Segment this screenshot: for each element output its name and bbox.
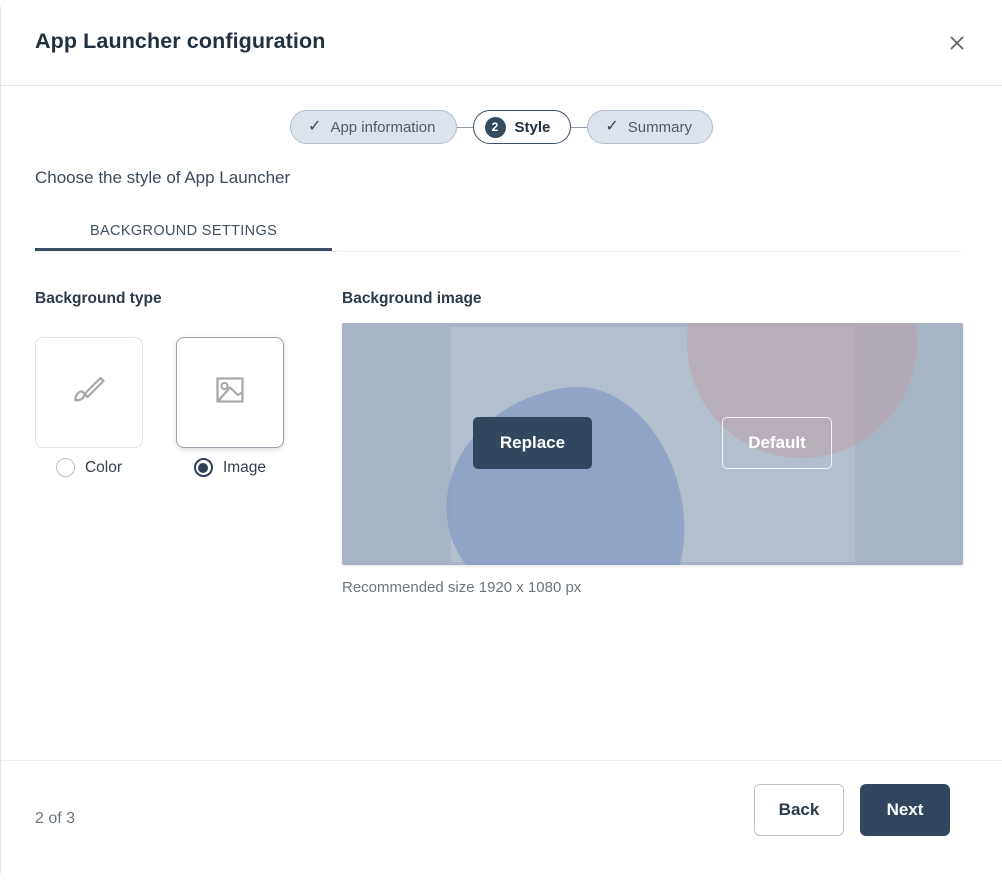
step-connector [456, 126, 473, 128]
background-type-label: Background type [35, 290, 162, 307]
radio-image-input[interactable] [193, 458, 213, 477]
step-style[interactable]: 2 Style [472, 110, 572, 144]
step-number-badge: 2 [484, 116, 506, 138]
picture-icon [207, 367, 253, 418]
background-type-cards [35, 337, 284, 448]
step-connector [571, 126, 588, 128]
radio-color-label: Color [84, 458, 123, 476]
preview-actions: Replace Default [342, 323, 963, 565]
background-image-label: Background image [342, 290, 482, 307]
footer-actions: Back Next [754, 784, 950, 836]
background-type-radio-group: Color Image [35, 458, 284, 477]
close-button[interactable] [939, 25, 975, 61]
dialog-header: App Launcher configuration [1, 0, 1002, 86]
close-icon [947, 33, 967, 53]
radio-option-color[interactable]: Color [35, 458, 143, 477]
step-summary[interactable]: ✓ Summary [587, 110, 713, 144]
radio-image-label: Image [222, 458, 267, 476]
paintbrush-icon [66, 367, 112, 418]
background-image-preview: Replace Default [342, 323, 963, 565]
tab-bar: BACKGROUND SETTINGS [35, 210, 962, 252]
check-icon: ✓ [308, 118, 322, 135]
tab-background-settings[interactable]: BACKGROUND SETTINGS [35, 210, 332, 251]
page-counter: 2 of 3 [35, 810, 76, 827]
wizard-stepper: ✓ App information 2 Style ✓ Summary [1, 110, 1002, 144]
radio-option-image[interactable]: Image [176, 458, 284, 477]
step-label: Summary [627, 118, 692, 136]
radio-color-input[interactable] [55, 458, 75, 477]
back-button[interactable]: Back [754, 784, 844, 836]
check-icon: ✓ [605, 118, 619, 135]
recommended-size-hint: Recommended size 1920 x 1080 px [342, 579, 582, 596]
section-subtitle: Choose the style of App Launcher [35, 168, 291, 187]
step-label: Style [514, 118, 551, 136]
replace-image-button[interactable]: Replace [473, 417, 592, 469]
background-type-card-image[interactable] [176, 337, 284, 448]
step-app-information[interactable]: ✓ App information [290, 110, 457, 144]
dialog-footer: 2 of 3 Back Next [1, 760, 1002, 880]
page-title: App Launcher configuration [35, 29, 326, 53]
step-label: App information [330, 118, 436, 136]
next-button[interactable]: Next [860, 784, 950, 836]
background-type-card-color[interactable] [35, 337, 143, 448]
app-launcher-configuration-dialog: App Launcher configuration ✓ App informa… [0, 0, 1002, 880]
default-image-button[interactable]: Default [722, 417, 832, 469]
